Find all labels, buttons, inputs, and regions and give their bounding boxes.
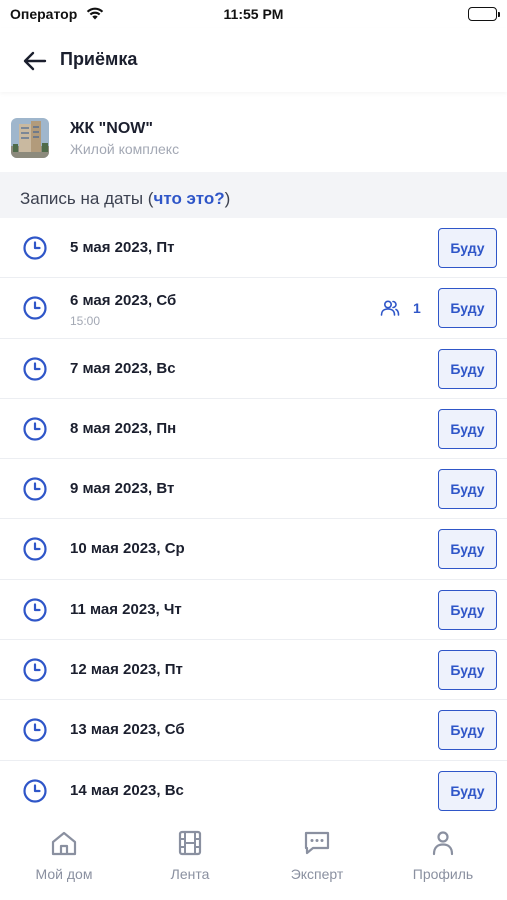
- attend-button[interactable]: Буду: [438, 529, 497, 570]
- nav-header: Приёмка: [0, 28, 507, 92]
- film-icon: [178, 830, 202, 856]
- attend-button[interactable]: Буду: [438, 589, 497, 630]
- attend-button[interactable]: Буду: [438, 710, 497, 751]
- date-label: 9 мая 2023, Вт: [70, 480, 175, 498]
- clock-time: 11:55 PM: [223, 6, 284, 22]
- clock-icon: [23, 477, 47, 501]
- clock-icon: [23, 296, 47, 320]
- dates-section-prefix: Запись на даты (: [20, 189, 154, 208]
- attend-button[interactable]: Буду: [438, 228, 497, 268]
- date-row: 9 мая 2023, Вт Буду: [0, 459, 507, 520]
- date-label: 7 мая 2023, Вс: [70, 359, 176, 377]
- date-row: 7 мая 2023, Вс Буду: [0, 339, 507, 399]
- attend-button[interactable]: Буду: [438, 650, 497, 691]
- tab-profile[interactable]: Профиль: [380, 830, 506, 886]
- status-bar: Оператор 11:55 PM: [0, 0, 507, 28]
- date-label: 8 мая 2023, Пн: [70, 419, 177, 437]
- date-label: 6 мая 2023, Сб: [70, 292, 177, 310]
- attend-button[interactable]: Буду: [438, 408, 497, 449]
- attend-button[interactable]: Буду: [438, 770, 497, 811]
- dates-section-header: Запись на даты (что это?): [0, 172, 507, 218]
- date-label: 12 мая 2023, Пт: [70, 661, 183, 679]
- back-button[interactable]: [20, 48, 50, 74]
- tab-label: Профиль: [412, 866, 474, 882]
- tab-bar: Мой дом Лента Эксперт Профиль: [0, 820, 507, 900]
- tab-my-home[interactable]: Мой дом: [1, 830, 127, 886]
- complex-thumbnail: [11, 118, 49, 158]
- attend-button[interactable]: Буду: [438, 348, 497, 389]
- attendee-count: 1: [413, 300, 421, 317]
- complex-name: ЖК "NOW": [70, 120, 153, 137]
- page-title: Приёмка: [60, 49, 138, 69]
- profile-icon: [432, 831, 454, 856]
- tab-label: Эксперт: [290, 866, 344, 882]
- tab-feed[interactable]: Лента: [127, 830, 253, 886]
- clock-icon: [23, 356, 47, 381]
- attend-button[interactable]: Буду: [438, 288, 497, 329]
- battery-icon: [468, 7, 500, 21]
- attend-button[interactable]: Буду: [438, 469, 497, 510]
- complex-card[interactable]: ЖК "NOW" Жилой комплекс: [0, 100, 507, 172]
- date-label: 5 мая 2023, Пт: [70, 239, 175, 256]
- clock-icon: [23, 779, 47, 803]
- clock-icon: [23, 236, 47, 260]
- date-label: 13 мая 2023, Сб: [70, 721, 185, 739]
- tab-label: Лента: [170, 866, 210, 882]
- arrow-left-icon: [23, 51, 47, 71]
- what-is-this-link[interactable]: что это?: [153, 189, 224, 208]
- date-row: 10 мая 2023, Ср Буду: [0, 519, 507, 580]
- clock-icon: [23, 537, 47, 562]
- date-row: 11 мая 2023, Чт Буду: [0, 580, 507, 641]
- date-row: 13 мая 2023, Сб Буду: [0, 700, 507, 761]
- date-row: 12 мая 2023, Пт Буду: [0, 640, 507, 701]
- date-label: 14 мая 2023, Вс: [70, 781, 184, 799]
- clock-icon: [23, 598, 47, 622]
- date-row: 8 мая 2023, Пн Буду: [0, 399, 507, 460]
- chat-icon: [304, 831, 330, 855]
- people-icon: [380, 300, 400, 317]
- date-label: 10 мая 2023, Ср: [70, 540, 185, 558]
- time-label: 15:00: [70, 314, 101, 329]
- date-label: 11 мая 2023, Чт: [70, 600, 182, 618]
- date-row: 6 мая 2023, Сб 15:00 1 Буду: [0, 278, 507, 339]
- dates-list: 5 мая 2023, Пт Буду 6 мая 2023, Сб 15:00…: [0, 218, 507, 821]
- tab-label: Мой дом: [35, 866, 93, 882]
- complex-type: Жилой комплекс: [70, 141, 180, 157]
- date-row: 14 мая 2023, Вс Буду: [0, 761, 507, 821]
- dates-section-suffix: ): [224, 189, 231, 208]
- date-row: 5 мая 2023, Пт Буду: [0, 218, 507, 279]
- home-icon: [51, 831, 77, 856]
- clock-icon: [23, 718, 47, 742]
- tab-expert[interactable]: Эксперт: [254, 830, 380, 886]
- clock-icon: [23, 417, 47, 441]
- clock-icon: [23, 658, 47, 682]
